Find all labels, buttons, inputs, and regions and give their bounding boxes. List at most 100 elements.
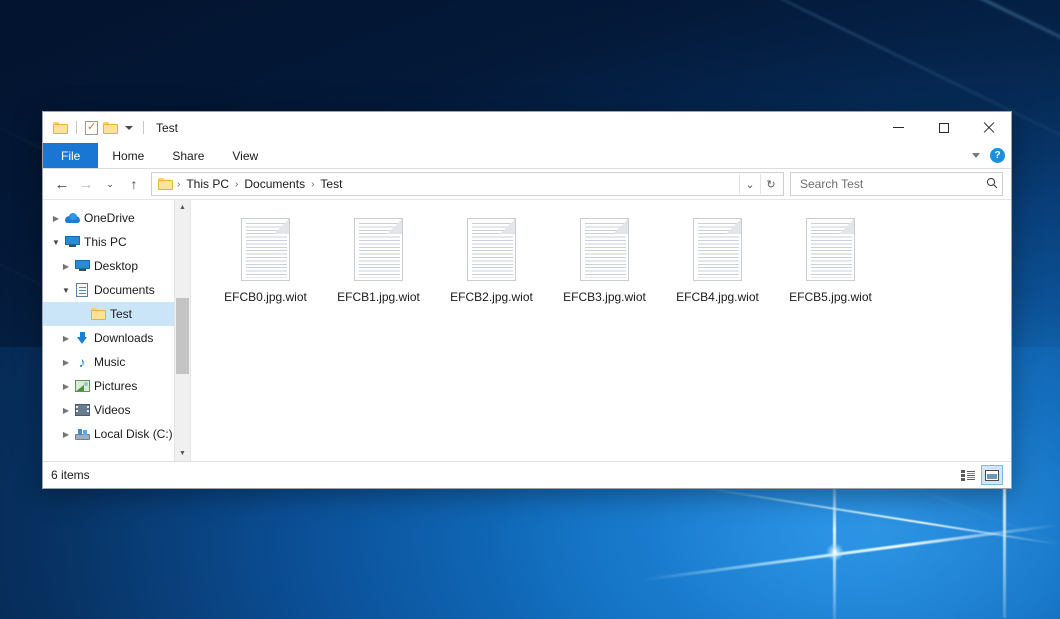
desktop-icon: [73, 260, 91, 272]
file-item[interactable]: EFCB5.jpg.wiot: [774, 212, 887, 338]
sidebar-item-label: Videos: [91, 403, 130, 417]
file-icon-wrapper: [239, 216, 292, 283]
chevron-right-icon[interactable]: ▶: [59, 430, 73, 439]
arrow-left-icon: ←: [55, 177, 70, 192]
chevron-down-icon[interactable]: [972, 153, 980, 158]
sidebar-scrollbar[interactable]: ▲ ▼: [174, 200, 190, 461]
sidebar-item-label: Local Disk (C:): [91, 427, 173, 441]
separator: [143, 121, 144, 134]
navigation-pane: ▶ OneDrive ▼ This PC ▶ Desktop ▼: [43, 200, 191, 461]
address-bar[interactable]: › This PC › Documents › Test ⌄ ↻: [151, 172, 784, 196]
folder-icon[interactable]: [53, 122, 68, 134]
tab-share[interactable]: Share: [158, 143, 218, 168]
file-name-label: EFCB4.jpg.wiot: [673, 289, 762, 306]
large-icons-view-button[interactable]: [981, 465, 1003, 485]
refresh-icon: ↻: [766, 178, 775, 191]
ribbon-right-controls: ?: [972, 143, 1005, 168]
maximize-button[interactable]: [921, 112, 966, 143]
file-list-view[interactable]: EFCB0.jpg.wiot EFCB1.jpg.wiot: [191, 200, 1011, 461]
search-input[interactable]: [798, 176, 983, 192]
breadcrumb-item-this-pc[interactable]: This PC: [182, 176, 233, 192]
minimize-button[interactable]: [876, 112, 921, 143]
document-fold: [726, 219, 741, 234]
file-item[interactable]: EFCB2.jpg.wiot: [435, 212, 548, 338]
downloads-icon: [73, 332, 91, 345]
title-bar[interactable]: Test: [43, 112, 1011, 143]
document-fold: [274, 219, 289, 234]
sidebar-item-label: This PC: [81, 235, 127, 249]
explorer-body: ▶ OneDrive ▼ This PC ▶ Desktop ▼: [43, 199, 1011, 461]
sidebar-item-onedrive[interactable]: ▶ OneDrive: [43, 206, 174, 230]
sidebar-item-downloads[interactable]: ▶ Downloads: [43, 326, 174, 350]
sidebar-item-test[interactable]: Test: [43, 302, 174, 326]
sidebar-item-documents[interactable]: ▼ Documents: [43, 278, 174, 302]
search-box[interactable]: [790, 172, 1003, 196]
chevron-right-icon[interactable]: ▶: [59, 382, 73, 391]
sidebar-item-desktop[interactable]: ▶ Desktop: [43, 254, 174, 278]
arrow-up-icon: ↑: [131, 176, 138, 192]
file-item[interactable]: EFCB1.jpg.wiot: [322, 212, 435, 338]
file-item[interactable]: EFCB3.jpg.wiot: [548, 212, 661, 338]
scroll-down-button[interactable]: ▼: [175, 446, 190, 461]
file-item[interactable]: EFCB0.jpg.wiot: [209, 212, 322, 338]
file-explorer-window: Test File Home Share View ? ←: [42, 111, 1012, 489]
scrollbar-track[interactable]: [175, 215, 190, 446]
sidebar-item-music[interactable]: ▶ ♪ Music: [43, 350, 174, 374]
search-icon[interactable]: [983, 177, 998, 192]
address-dropdown-button[interactable]: ⌄: [739, 174, 760, 194]
chevron-down-icon[interactable]: ▼: [49, 238, 63, 247]
quick-access-toolbar: Test: [43, 121, 178, 135]
chevron-down-icon[interactable]: ▼: [59, 286, 73, 295]
view-mode-buttons: [957, 462, 1003, 488]
file-icon-wrapper: [691, 216, 744, 283]
chevron-right-icon[interactable]: ▶: [59, 262, 73, 271]
item-count-label: 6 items: [51, 468, 90, 482]
file-name-label: EFCB5.jpg.wiot: [786, 289, 875, 306]
tab-file[interactable]: File: [43, 143, 98, 168]
document-fold: [613, 219, 628, 234]
breadcrumb-separator: ›: [234, 179, 239, 190]
recent-locations-button[interactable]: ⌄: [99, 173, 121, 195]
breadcrumb-item-documents[interactable]: Documents: [240, 176, 309, 192]
forward-button[interactable]: →: [75, 173, 97, 195]
sidebar-item-label: Music: [91, 355, 125, 369]
up-button[interactable]: ↑: [123, 173, 145, 195]
videos-icon: [73, 404, 91, 416]
large-icons-view-icon: [985, 470, 999, 481]
refresh-button[interactable]: ↻: [760, 174, 781, 194]
chevron-right-icon[interactable]: ▶: [59, 358, 73, 367]
sidebar-item-label: OneDrive: [81, 211, 135, 225]
windows-logo-glow: [826, 543, 844, 561]
scroll-up-button[interactable]: ▲: [175, 200, 190, 215]
sidebar-item-videos[interactable]: ▶ Videos: [43, 398, 174, 422]
tab-view[interactable]: View: [218, 143, 272, 168]
sidebar-item-label: Test: [107, 307, 132, 321]
documents-icon: [73, 283, 91, 297]
chevron-right-icon[interactable]: ▶: [59, 334, 73, 343]
file-item[interactable]: EFCB4.jpg.wiot: [661, 212, 774, 338]
document-fold: [839, 219, 854, 234]
chevron-right-icon[interactable]: ▶: [59, 406, 73, 415]
status-bar: 6 items: [43, 461, 1011, 488]
help-icon[interactable]: ?: [990, 148, 1005, 163]
file-name-label: EFCB0.jpg.wiot: [221, 289, 310, 306]
generic-document-icon: [241, 218, 290, 281]
maximize-icon: [939, 123, 949, 133]
chevron-right-icon[interactable]: ▶: [49, 214, 63, 223]
generic-document-icon: [806, 218, 855, 281]
details-view-button[interactable]: [957, 465, 979, 485]
scrollbar-thumb[interactable]: [176, 298, 189, 374]
new-folder-icon[interactable]: [103, 122, 118, 134]
chevron-down-icon[interactable]: [125, 126, 133, 130]
properties-checkmark-icon[interactable]: [85, 121, 98, 135]
sidebar-item-local-disk-c[interactable]: ▶ Local Disk (C:): [43, 422, 174, 446]
close-button[interactable]: [966, 112, 1011, 143]
breadcrumb-separator: ›: [310, 179, 315, 190]
tab-home[interactable]: Home: [98, 143, 158, 168]
sidebar-item-pictures[interactable]: ▶ Pictures: [43, 374, 174, 398]
breadcrumb-item-test[interactable]: Test: [316, 176, 346, 192]
sidebar-item-this-pc[interactable]: ▼ This PC: [43, 230, 174, 254]
folder-icon[interactable]: [158, 178, 173, 190]
ribbon-tab-bar: File Home Share View ?: [43, 143, 1011, 169]
back-button[interactable]: ←: [51, 173, 73, 195]
